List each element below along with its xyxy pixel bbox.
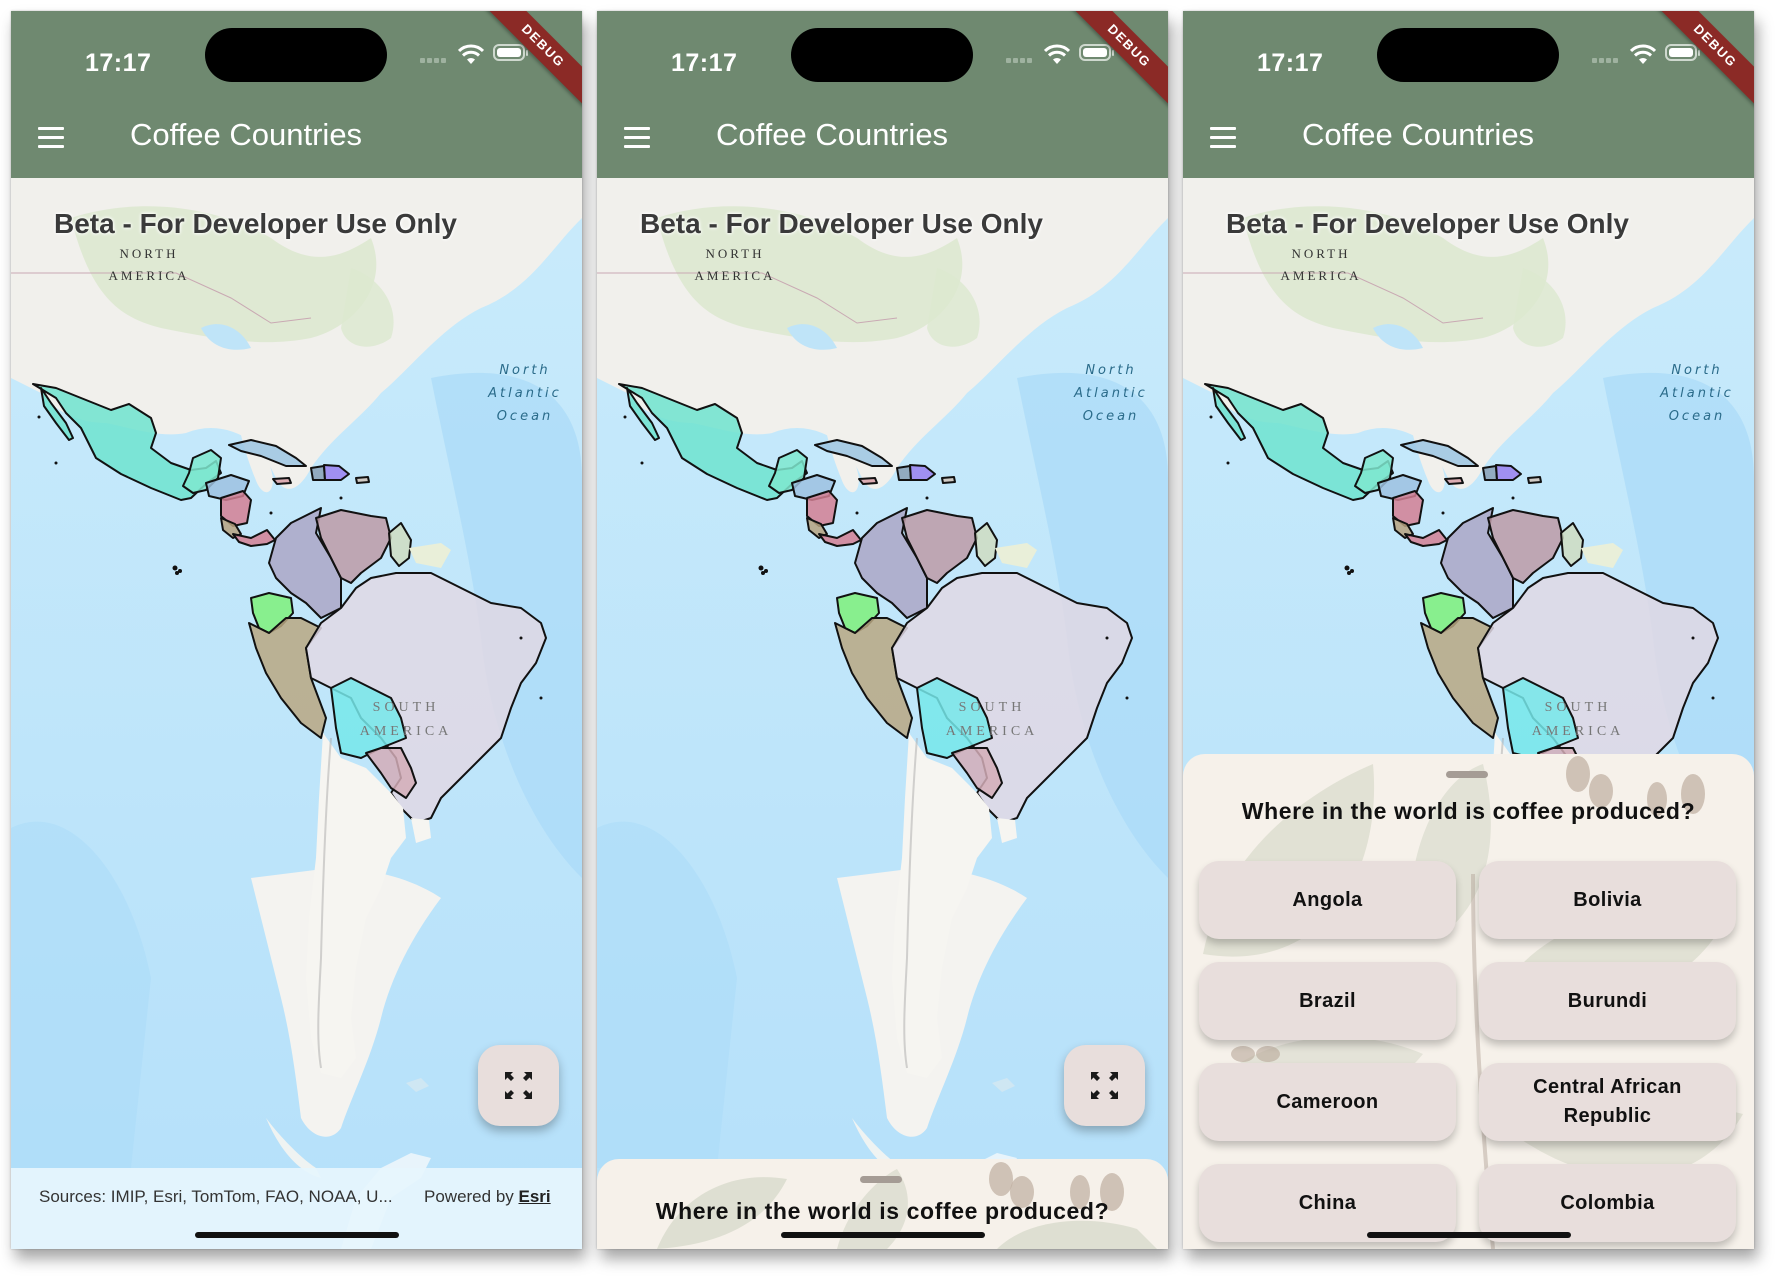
fullscreen-expand-icon (505, 1072, 532, 1099)
map-label-south-america-2: AMERICA (360, 724, 453, 739)
wifi-icon (1630, 44, 1656, 64)
map-view[interactable]: NORTH AMERICA North Atlantic Ocean SOUTH… (11, 178, 582, 1249)
quiz-question: Where in the world is coffee produced? (655, 1198, 1110, 1224)
map-label-south-america-2: AMERICA (946, 724, 1039, 739)
battery-icon (493, 44, 528, 61)
powered-by-text: Powered by Esri (424, 1187, 551, 1207)
fullscreen-button[interactable] (478, 1045, 559, 1126)
status-time: 17:17 (1257, 49, 1324, 77)
answer-button[interactable]: Cameroon (1199, 1063, 1456, 1141)
map-view[interactable]: NORTH AMERICA North Atlantic Ocean SOUTH… (597, 178, 1168, 1249)
debug-banner: DEBUG (1645, 11, 1754, 116)
map-label-north-america-2: AMERICA (1281, 268, 1362, 283)
home-indicator[interactable] (195, 1232, 399, 1238)
map-label-ocean-2: Atlantic (1073, 386, 1148, 401)
answer-button[interactable]: Brazil (1199, 962, 1456, 1040)
phone-screen-sheet-collapsed: 17:17 DEBUG Coffee Countries NORTH AMERI… (597, 11, 1168, 1249)
map-label-south-america-1: SOUTH (959, 700, 1026, 715)
quiz-bottom-sheet[interactable]: Where in the world is coffee produced? A… (1183, 754, 1754, 1249)
esri-link[interactable]: Esri (519, 1187, 551, 1206)
attribution-sources[interactable]: Sources: IMIP, Esri, TomTom, FAO, NOAA, … (39, 1187, 393, 1207)
map-label-ocean-2: Atlantic (1659, 386, 1734, 401)
powered-by-label: Powered by (424, 1187, 519, 1206)
cellular-signal-dots-icon (420, 58, 448, 64)
sheet-drag-handle[interactable] (860, 1176, 902, 1183)
cellular-signal-dots-icon (1006, 58, 1034, 64)
map-label-ocean-3: Ocean (497, 409, 554, 424)
app-bar: 17:17 DEBUG Coffee Countries (597, 11, 1168, 178)
status-time: 17:17 (671, 49, 738, 77)
map-label-ocean-1: North (499, 363, 550, 378)
hamburger-menu-icon[interactable] (619, 121, 655, 155)
battery-icon (1079, 44, 1114, 61)
sheet-drag-handle[interactable] (1446, 771, 1488, 778)
answer-button[interactable]: Angola (1199, 861, 1456, 939)
app-bar: 17:17 DEBUG Coffee Countries (11, 11, 582, 178)
fullscreen-button[interactable] (1064, 1045, 1145, 1126)
wifi-icon (458, 44, 484, 64)
map-label-north-america-2: AMERICA (695, 268, 776, 283)
map-label-north-america-1: NORTH (706, 246, 765, 261)
dynamic-island (791, 28, 973, 82)
app-title: Coffee Countries (1302, 117, 1535, 152)
map-label-ocean-3: Ocean (1083, 409, 1140, 424)
fullscreen-expand-icon (1091, 1072, 1118, 1099)
answer-button[interactable]: Central African Republic (1479, 1063, 1736, 1141)
answer-button[interactable]: Colombia (1479, 1164, 1736, 1242)
phone-screen-sheet-expanded: 17:17 DEBUG Coffee Countries NORTH AMERI… (1183, 11, 1754, 1249)
map-label-north-america-1: NORTH (120, 246, 179, 261)
map-label-south-america-2: AMERICA (1532, 724, 1625, 739)
map-label-ocean-1: North (1085, 363, 1136, 378)
map-label-ocean-3: Ocean (1669, 409, 1726, 424)
answer-button[interactable]: China (1199, 1164, 1456, 1242)
map-label-north-america-2: AMERICA (109, 268, 190, 283)
battery-icon (1665, 44, 1700, 61)
hamburger-menu-icon[interactable] (33, 121, 69, 155)
home-indicator[interactable] (1367, 1232, 1571, 1238)
home-indicator[interactable] (781, 1232, 985, 1238)
debug-banner: DEBUG (473, 11, 582, 116)
status-time: 17:17 (85, 49, 152, 77)
map-label-ocean-1: North (1671, 363, 1722, 378)
answer-button[interactable]: Bolivia (1479, 861, 1736, 939)
beta-watermark: Beta - For Developer Use Only (640, 208, 1044, 239)
dynamic-island (1377, 28, 1559, 82)
hamburger-menu-icon[interactable] (1205, 121, 1241, 155)
phone-screen-map-only: 17:17 DEBUG Coffee Countries NORTH AMERI… (11, 11, 582, 1249)
map-label-south-america-1: SOUTH (373, 700, 440, 715)
app-title: Coffee Countries (716, 117, 949, 152)
map-label-south-america-1: SOUTH (1545, 700, 1612, 715)
cellular-signal-dots-icon (1592, 58, 1620, 64)
app-bar: 17:17 DEBUG Coffee Countries (1183, 11, 1754, 178)
answer-button[interactable]: Burundi (1479, 962, 1736, 1040)
wifi-icon (1044, 44, 1070, 64)
beta-watermark: Beta - For Developer Use Only (54, 208, 458, 239)
dynamic-island (205, 28, 387, 82)
app-title: Coffee Countries (130, 117, 363, 152)
debug-banner: DEBUG (1059, 11, 1168, 116)
beta-watermark: Beta - For Developer Use Only (1226, 208, 1630, 239)
quiz-question: Where in the world is coffee produced? (1241, 798, 1696, 824)
map-label-north-america-1: NORTH (1292, 246, 1351, 261)
map-label-ocean-2: Atlantic (487, 386, 562, 401)
